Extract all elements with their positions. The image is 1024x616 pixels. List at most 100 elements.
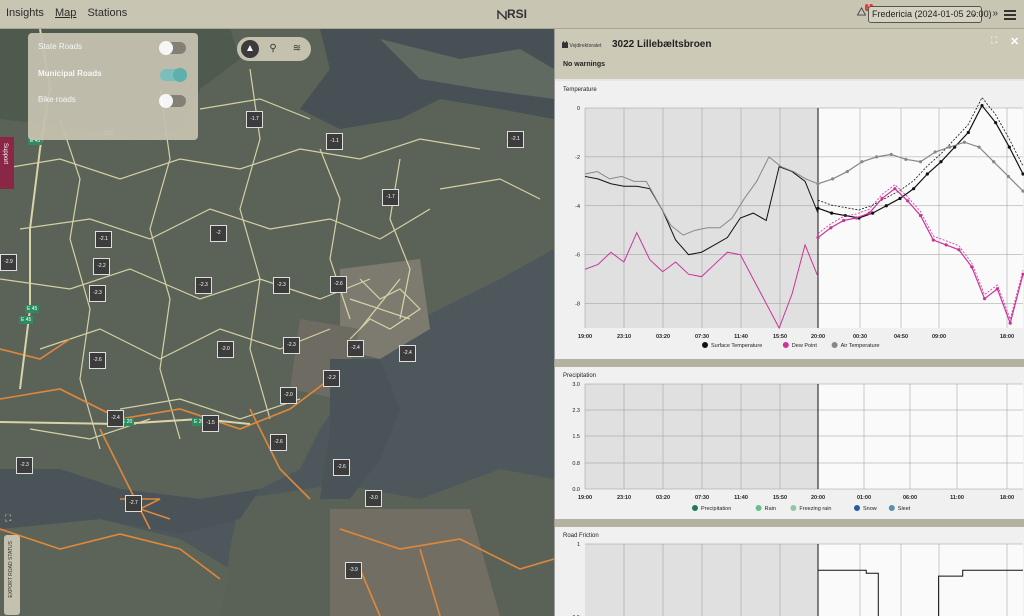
layer-bike-roads[interactable]: Bike roads xyxy=(38,95,76,104)
app-logo: RSI xyxy=(497,7,527,21)
logo-text: RSI xyxy=(507,7,528,21)
data-point xyxy=(889,152,893,157)
legend-label: Surface Temperature xyxy=(711,343,762,349)
main-nav: Insights Map Stations xyxy=(6,7,135,19)
y-tick-label: 1.5 xyxy=(572,434,580,440)
temperature-marker[interactable]: -2.6 xyxy=(270,434,287,451)
data-point xyxy=(980,103,984,108)
agency-logo: Vejdirektoratet xyxy=(562,41,601,49)
layer-label: Bike roads xyxy=(38,95,76,104)
x-tick-label: 18:00 xyxy=(1000,334,1014,340)
nav-stations[interactable]: Stations xyxy=(87,7,127,19)
observed-region xyxy=(585,384,818,489)
layer-municipal-roads[interactable]: Municipal Roads xyxy=(38,69,102,78)
data-point xyxy=(830,211,834,215)
data-point xyxy=(994,121,998,125)
data-point xyxy=(966,130,970,135)
warning-indicator[interactable]: 1 xyxy=(856,3,873,21)
x-tick-label: 19:00 xyxy=(578,495,592,501)
temperature-marker[interactable]: -2.1 xyxy=(507,131,524,148)
legend-label: Snow xyxy=(863,506,877,512)
expand-icon[interactable]: ⛶ xyxy=(5,513,19,527)
temperature-marker[interactable]: -3.0 xyxy=(365,490,382,507)
y-tick-label: -2 xyxy=(575,155,580,161)
data-point xyxy=(904,157,908,161)
temperature-marker[interactable]: -2.1 xyxy=(95,231,112,248)
temperature-marker[interactable]: -2.4 xyxy=(399,345,416,362)
x-tick-label: 23:10 xyxy=(617,334,631,340)
legend-swatch xyxy=(790,505,797,511)
bike-icon[interactable]: ⚲ xyxy=(264,40,282,58)
road-view-icon[interactable]: ▲ xyxy=(241,40,259,58)
data-point xyxy=(944,243,948,247)
temperature-marker[interactable]: -2 xyxy=(210,225,227,242)
temperature-marker[interactable]: -2.6 xyxy=(330,276,347,293)
y-tick-label: 1 xyxy=(577,542,580,548)
data-point xyxy=(831,177,835,181)
layers-icon[interactable]: ≋ xyxy=(288,40,306,58)
temperature-marker[interactable]: -2.7 xyxy=(125,495,142,512)
layer-panel: State Roads Municipal Roads Bike roads xyxy=(28,33,198,140)
data-point xyxy=(898,196,902,201)
location-select[interactable]: Fredericia (2024-01-05 20:00) ⌄ xyxy=(868,6,992,23)
map-view[interactable]: E 45171E 45E 45E 20E 20 -1.7-1.1-2.1-1.7… xyxy=(0,29,554,616)
temperature-marker[interactable]: -2.4 xyxy=(107,410,124,427)
bike-roads-toggle[interactable] xyxy=(159,94,186,108)
data-point xyxy=(948,145,952,149)
y-tick-label: 0.0 xyxy=(572,487,580,493)
expand-icon[interactable]: ⛶ xyxy=(991,35,997,46)
temperature-chart[interactable]: 19:00 23:10 03:20 07:30 11:40 15:50 20:00 00:30… xyxy=(555,81,1024,359)
temperature-marker[interactable]: -1.7 xyxy=(246,111,263,128)
nav-map[interactable]: Map xyxy=(55,7,76,19)
temperature-marker[interactable]: -1.7 xyxy=(382,189,399,206)
section-divider xyxy=(555,359,1024,367)
x-tick-label: 20:00 xyxy=(811,334,825,340)
support-tab[interactable]: Support xyxy=(0,137,14,189)
temperature-marker[interactable]: -2.2 xyxy=(93,258,110,275)
temperature-marker[interactable]: -2.2 xyxy=(323,370,340,387)
temperature-marker[interactable]: -2.3 xyxy=(16,457,33,474)
legend-swatch xyxy=(782,342,789,348)
x-tick-label: 07:30 xyxy=(695,495,709,501)
x-tick-label: 01:00 xyxy=(857,495,871,501)
x-tick-label: 00:30 xyxy=(853,334,867,340)
legend-swatch xyxy=(831,342,838,348)
temperature-marker[interactable]: -2.3 xyxy=(195,277,212,294)
temperature-marker[interactable]: -2.3 xyxy=(89,285,106,302)
temperature-marker[interactable]: -1.5 xyxy=(202,415,219,432)
close-icon[interactable]: ✕ xyxy=(1010,35,1019,48)
data-point xyxy=(918,213,923,218)
temperature-marker[interactable]: -1.1 xyxy=(326,133,343,150)
layer-state-roads[interactable]: State Roads xyxy=(38,42,82,51)
temperature-marker[interactable]: -2.4 xyxy=(347,340,364,357)
state-roads-toggle[interactable] xyxy=(159,41,186,55)
data-point xyxy=(880,196,884,201)
temperature-marker[interactable]: -2.0 xyxy=(217,341,234,358)
data-point xyxy=(884,204,888,208)
top-bar: Insights Map Stations RSI 1 Fredericia (… xyxy=(0,0,1024,29)
temperature-marker[interactable]: -2.6 xyxy=(333,459,350,476)
temperature-marker[interactable]: -2.6 xyxy=(89,352,106,369)
data-point xyxy=(957,248,961,252)
temperature-marker[interactable]: -2.3 xyxy=(283,337,300,354)
data-point xyxy=(995,287,999,291)
layer-label: Municipal Roads xyxy=(38,69,102,78)
export-road-status-button[interactable]: EXPORT ROAD STATUS xyxy=(4,535,20,615)
logo-icon xyxy=(497,9,507,21)
data-point xyxy=(845,169,849,174)
nav-insights[interactable]: Insights xyxy=(6,7,44,19)
temperature-marker[interactable]: -2.3 xyxy=(273,277,290,294)
menu-icon[interactable] xyxy=(1004,10,1016,20)
legend-label: Rain xyxy=(765,506,776,512)
temperature-marker[interactable]: -2.0 xyxy=(280,387,297,404)
precipitation-section: Precipitation 19:00 23:10 03:20 07:30 11:40 1… xyxy=(555,367,1024,519)
chevron-double-right-icon[interactable]: » xyxy=(992,8,998,19)
temperature-marker[interactable]: -2.9 xyxy=(0,254,17,271)
export-label: EXPORT ROAD STATUS xyxy=(8,541,14,598)
precipitation-chart[interactable]: 19:00 23:10 03:20 07:30 11:40 15:50 20:00 01:00… xyxy=(555,367,1024,519)
legend-swatch xyxy=(702,342,708,348)
data-point xyxy=(977,145,981,149)
municipal-roads-toggle[interactable] xyxy=(160,68,187,82)
temperature-marker[interactable]: -3.9 xyxy=(345,562,362,579)
friction-chart[interactable]: 10.50.4 xyxy=(555,527,1024,616)
